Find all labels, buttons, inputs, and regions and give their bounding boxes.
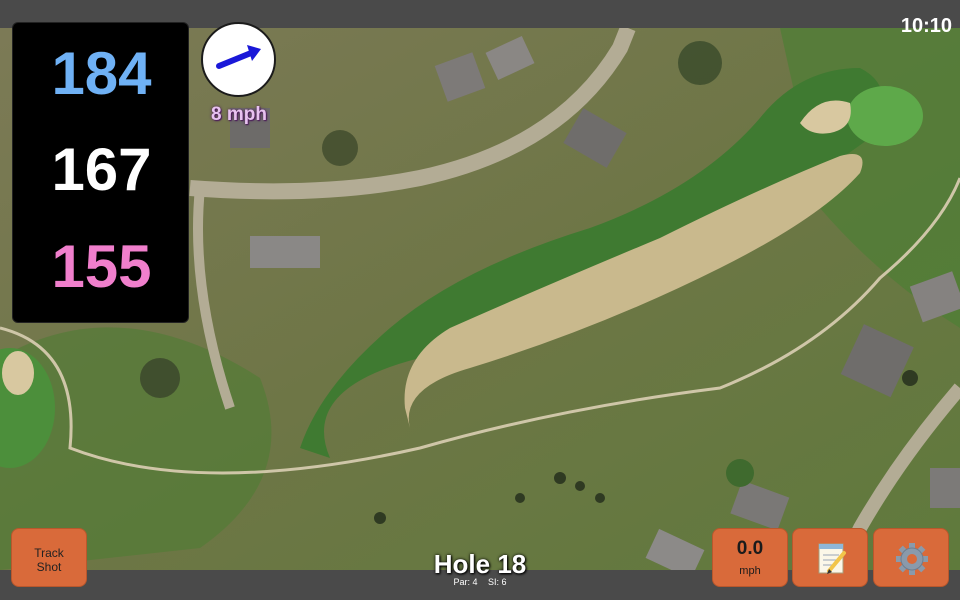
hole-title: Hole 18: [433, 549, 527, 579]
notes-button[interactable]: [792, 528, 868, 587]
track-shot-label: Track Shot: [34, 546, 64, 574]
settings-button[interactable]: [873, 528, 949, 587]
track-shot-button[interactable]: Track Shot: [11, 528, 87, 587]
shot-speed-button[interactable]: 0.0 mph: [712, 528, 788, 587]
distance-panel[interactable]: 184 167 155: [12, 22, 189, 323]
back-distance: 184: [51, 40, 152, 107]
hole-stroke-index: SI: 6: [488, 577, 507, 587]
front-distance: 155: [51, 233, 152, 300]
clock: 10:10: [900, 15, 952, 37]
shot-speed-value: 0.0: [736, 538, 764, 559]
wind-arrow-icon: [216, 45, 261, 69]
notepad-icon: [818, 543, 846, 574]
gear-icon: [896, 543, 928, 575]
wind-speed: 8 mph: [211, 104, 267, 125]
hole-par: Par: 4: [453, 577, 478, 587]
wind-dial: [201, 22, 276, 97]
shot-speed-unit: mph: [739, 565, 761, 577]
middle-distance: 167: [51, 136, 152, 203]
hole-meta: Par: 4 SI: 6: [380, 577, 580, 587]
